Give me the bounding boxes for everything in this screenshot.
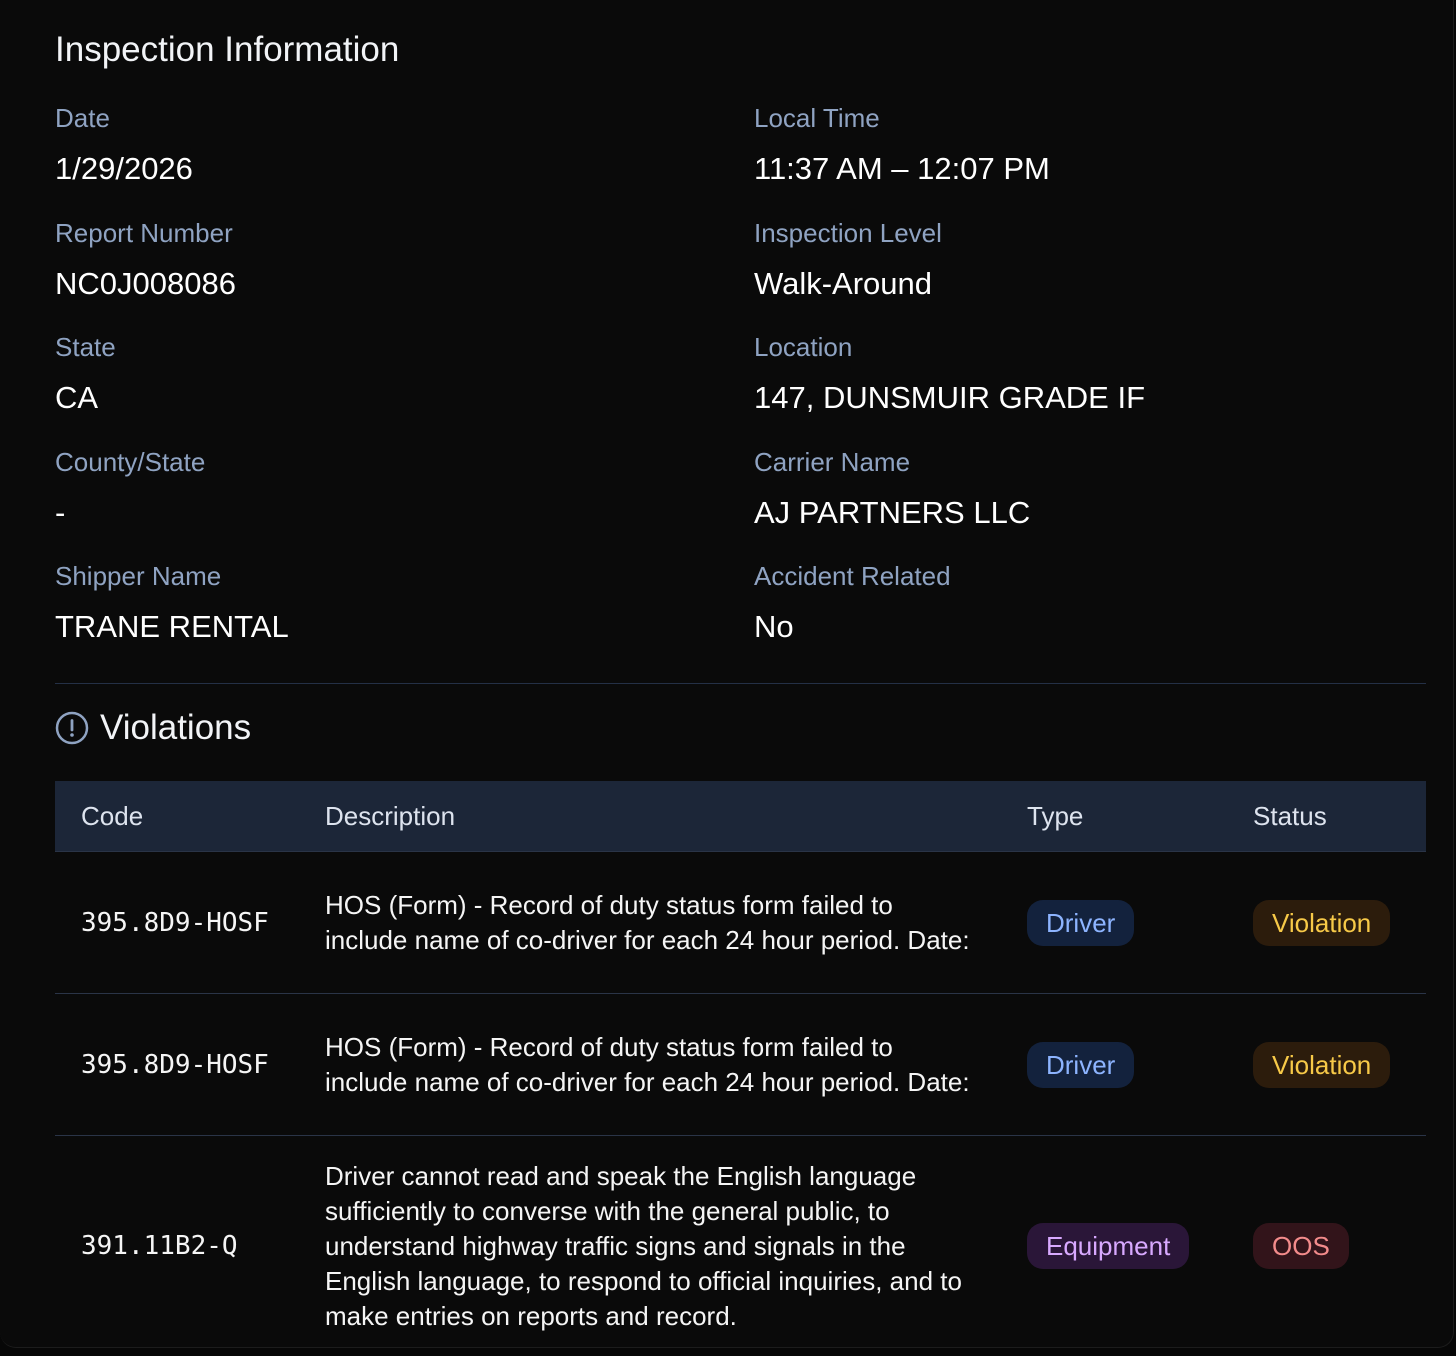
field-state: State CA [55,331,675,417]
field-label: Inspection Level [754,218,942,248]
status-cell: Violation [1253,852,1391,993]
table-row[interactable]: 395.8D9-HOSF HOS (Form) - Record of duty… [55,852,1426,994]
field-label: State [55,332,116,362]
status-badge: Violation [1253,1041,1391,1088]
status-badge: Violation [1253,899,1391,946]
table-row[interactable]: 391.11B2-Q Driver cannot read and speak … [55,1136,1426,1356]
field-value: Walk-Around [754,266,933,301]
column-header-status[interactable]: Status [1253,781,1327,851]
table-row[interactable]: 395.8D9-HOSF HOS (Form) - Record of duty… [55,994,1426,1136]
violation-code: 391.11B2-Q [81,1231,238,1261]
field-value: 1/29/2026 [55,151,193,186]
section-divider [55,683,1426,684]
status-cell: Violation [1253,994,1391,1135]
violation-code: 395.8D9-HOSF [81,1049,269,1080]
type-cell: Driver [1027,852,1135,993]
field-value: 11:37 AM – 12:07 PM [754,151,1050,186]
column-header-description[interactable]: Description [325,781,455,851]
field-value: No [754,609,794,644]
field-date: Date 1/29/2026 [55,102,675,188]
column-header-code[interactable]: Code [81,781,143,851]
field-value: - [55,495,66,530]
field-label: Shipper Name [55,561,222,591]
code-cell: 395.8D9-HOSF [81,852,269,993]
violations-table: Code Description Type Status 395.8D9-HOS… [55,781,1426,1356]
field-location: Location 147, DUNSMUIR GRADE IF [754,331,1374,417]
field-label: Local Time [754,103,880,133]
type-badge: Driver [1027,899,1135,946]
code-cell: 395.8D9-HOSF [81,994,269,1135]
field-value: AJ PARTNERS LLC [754,495,1031,530]
table-header: Code Description Type Status [55,781,1426,852]
description-cell: HOS (Form) - Record of duty status form … [325,994,975,1135]
column-header-type[interactable]: Type [1027,781,1083,851]
status-badge: OOS [1253,1223,1349,1269]
violation-code: 395.8D9-HOSF [81,907,269,938]
field-report-number: Report Number NC0J008086 [55,217,675,303]
field-value: NC0J008086 [55,266,236,301]
field-label: Accident Related [754,561,951,591]
violation-description: HOS (Form) - Record of duty status form … [325,1031,970,1097]
code-cell: 391.11B2-Q [81,1136,238,1356]
description-cell: HOS (Form) - Record of duty status form … [325,852,975,993]
type-cell: Equipment [1027,1136,1190,1356]
field-carrier-name: Carrier Name AJ PARTNERS LLC [754,446,1374,532]
status-cell: OOS [1253,1136,1349,1356]
field-value: CA [55,380,99,415]
description-cell: Driver cannot read and speak the English… [325,1136,975,1356]
type-cell: Driver [1027,994,1135,1135]
violation-description: HOS (Form) - Record of duty status form … [325,889,970,955]
field-inspection-level: Inspection Level Walk-Around [754,217,1374,303]
field-local-time: Local Time 11:37 AM – 12:07 PM [754,102,1374,188]
field-label: Carrier Name [754,447,911,477]
field-shipper-name: Shipper Name TRANE RENTAL [55,560,675,646]
alert-circle-icon [55,711,89,745]
violations-header: Violations [55,706,251,750]
type-badge: Driver [1027,1041,1135,1088]
field-value: 147, DUNSMUIR GRADE IF [754,380,1146,415]
violation-description: Driver cannot read and speak the English… [325,1160,962,1331]
section-title: Inspection Information [55,30,400,69]
field-value: TRANE RENTAL [55,609,289,644]
field-label: Date [55,103,110,133]
type-badge: Equipment [1027,1223,1190,1269]
violations-title: Violations [100,708,252,747]
field-accident-related: Accident Related No [754,560,1374,646]
inspection-panel: Inspection Information Date 1/29/2026 Lo… [0,0,1454,1348]
field-label: Report Number [55,218,233,248]
field-county-state: County/State - [55,446,675,532]
field-label: Location [754,332,853,362]
field-label: County/State [55,447,206,477]
